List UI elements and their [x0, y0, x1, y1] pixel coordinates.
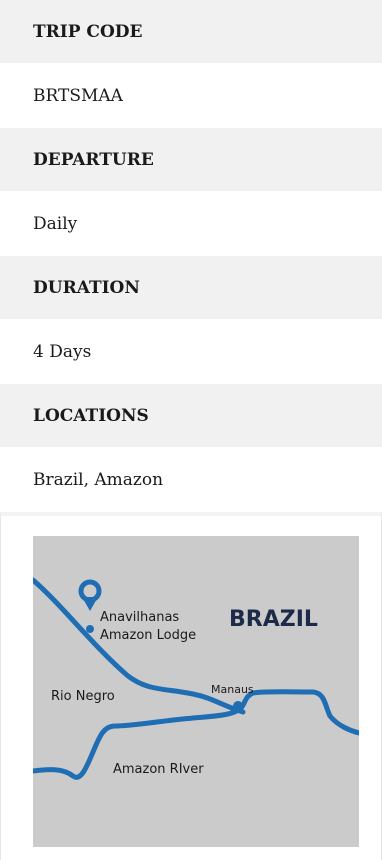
- departure-heading: DEPARTURE: [0, 128, 382, 191]
- map-container: Anavilhanas Amazon Lodge BRAZIL Rio Negr…: [0, 512, 382, 860]
- lodge-name-line1: Anavilhanas: [100, 610, 179, 625]
- duration-heading: DURATION: [0, 256, 382, 319]
- locations-row: Brazil, Amazon: [0, 447, 382, 512]
- trip-code-row: BRTSMAA: [0, 63, 382, 128]
- locations-value: Brazil, Amazon: [33, 469, 164, 490]
- route-map[interactable]: Anavilhanas Amazon Lodge BRAZIL Rio Negr…: [33, 536, 359, 847]
- locations-heading: LOCATIONS: [0, 384, 382, 447]
- manaus-marker: [233, 701, 243, 711]
- trip-code-label: TRIP CODE: [33, 21, 143, 42]
- rio-negro-label: Rio Negro: [51, 689, 115, 704]
- departure-row: Daily: [0, 191, 382, 256]
- amazon-river-label: Amazon RIver: [113, 762, 204, 777]
- duration-row: 4 Days: [0, 319, 382, 384]
- trip-code-heading: TRIP CODE: [0, 0, 382, 63]
- manaus-label: Manaus: [211, 683, 254, 696]
- duration-label: DURATION: [33, 277, 140, 298]
- duration-value: 4 Days: [33, 341, 92, 362]
- departure-value: Daily: [33, 213, 78, 234]
- country-label: BRAZIL: [229, 607, 318, 632]
- departure-label: DEPARTURE: [33, 149, 154, 170]
- locations-label: LOCATIONS: [33, 405, 149, 426]
- trip-details-panel: TRIP CODE BRTSMAA DEPARTURE Daily DURATI…: [0, 0, 382, 860]
- lodge-name-line2: Amazon Lodge: [100, 628, 196, 643]
- trip-code-value: BRTSMAA: [33, 85, 123, 106]
